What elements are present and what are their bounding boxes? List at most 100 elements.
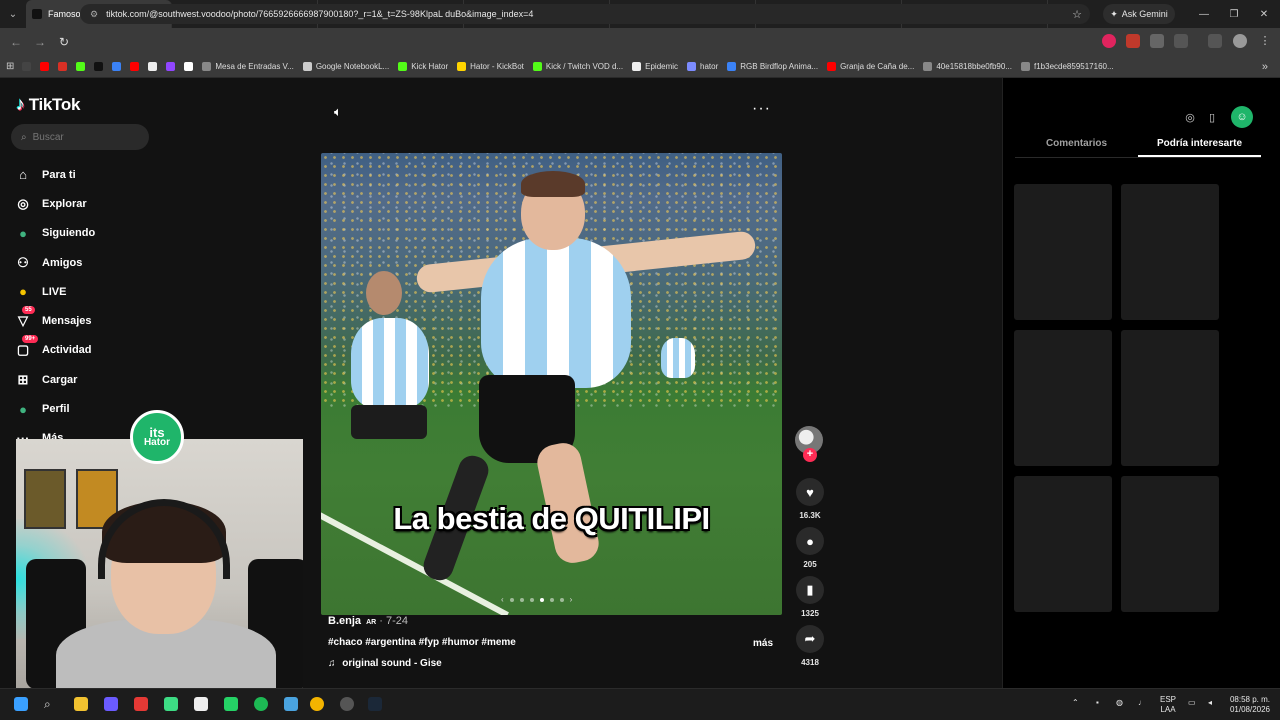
bookmark-item[interactable]: Hator - KickBot	[457, 62, 524, 71]
tab-search-icon[interactable]: ⌄	[0, 0, 26, 28]
tab-comentarios[interactable]: Comentarios	[1015, 132, 1138, 157]
minimize-button[interactable]: —	[1188, 0, 1220, 28]
bookmark-item[interactable]: Granja de Caña de...	[827, 62, 914, 71]
taskbar-search-icon[interactable]: ⌕	[44, 697, 58, 711]
author-name[interactable]: B.enja	[328, 615, 361, 627]
obs-icon[interactable]	[340, 697, 354, 711]
sidebar-item-amigos[interactable]: ⚇ Amigos	[14, 248, 164, 277]
app-red-icon[interactable]	[134, 697, 148, 711]
browser-menu-icon[interactable]: ⋮	[1258, 34, 1272, 48]
compass-icon[interactable]: ◎	[1179, 106, 1201, 128]
reading-list-icon[interactable]	[1208, 34, 1222, 48]
bookmark-item[interactable]: f1b3ecde859517160...	[1021, 62, 1114, 71]
profile-avatar-icon[interactable]	[1233, 34, 1247, 48]
more-options-icon[interactable]: ···	[752, 100, 771, 118]
url-field[interactable]: ⚙ tiktok.com/@southwest.voodoo/photo/766…	[80, 4, 1090, 24]
author-avatar[interactable]: +	[795, 426, 825, 462]
post-image[interactable]: La bestia de QUITILIPI ‹ ›	[321, 153, 782, 615]
search-box[interactable]: ⌕	[11, 124, 149, 150]
whatsapp-icon[interactable]	[224, 697, 238, 711]
bookmark-icon-only[interactable]	[112, 62, 122, 71]
suggestion-thumbnail[interactable]	[1014, 184, 1112, 320]
carousel-indicator[interactable]: ‹ ›	[501, 595, 572, 604]
bookmark-icon[interactable]: ▮	[796, 576, 824, 604]
tray-display-icon[interactable]: ▭	[1188, 698, 1196, 708]
tray-chevron-icon[interactable]: ⌃	[1072, 698, 1079, 708]
carousel-next-icon[interactable]: ›	[570, 595, 573, 604]
bookmark-item[interactable]: 40e15818bbe0fb90...	[923, 62, 1012, 71]
tray-app-icon[interactable]: ▪	[1096, 698, 1099, 708]
site-info-icon[interactable]: ⚙	[90, 9, 98, 20]
bookmark-item[interactable]: Kick Hator	[398, 62, 448, 71]
bookmark-icon-only[interactable]	[40, 62, 50, 71]
back-button[interactable]: ←	[4, 35, 28, 49]
post-hashtags[interactable]: #chaco #argentina #fyp #humor #meme	[328, 637, 778, 648]
clock[interactable]: 08:58 p. m. 01/08/2026	[1226, 695, 1270, 714]
bookmark-item[interactable]: Mesa de Entradas V...	[202, 62, 294, 71]
bookmark-icon-only[interactable]	[184, 62, 194, 71]
file-explorer-icon[interactable]	[74, 697, 88, 711]
sidebar-item-mensajes[interactable]: ▽ 55 Mensajes	[14, 306, 164, 335]
comment-icon[interactable]: ●	[796, 527, 824, 555]
user-avatar[interactable]: ☺	[1231, 106, 1253, 128]
sound-link[interactable]: ♫ original sound - Gise	[328, 658, 778, 669]
chrome-icon[interactable]	[310, 697, 324, 711]
sidebar-item-cargar[interactable]: ⊞ Cargar	[14, 365, 164, 394]
carousel-dot[interactable]	[539, 597, 544, 602]
app-white-icon[interactable]	[194, 697, 208, 711]
discord-icon[interactable]	[104, 697, 118, 711]
app-green-icon[interactable]	[164, 697, 178, 711]
tray-volume-icon[interactable]: ◂	[1208, 698, 1212, 708]
bookmarks-overflow-icon[interactable]: »	[1262, 61, 1268, 73]
bookmark-icon-only[interactable]	[148, 62, 158, 71]
follow-plus-icon[interactable]: +	[803, 448, 817, 462]
carousel-dot[interactable]	[519, 597, 524, 602]
tray-network-icon[interactable]: ◍	[1116, 698, 1123, 708]
carousel-dot[interactable]	[529, 597, 534, 602]
search-input[interactable]	[32, 131, 133, 143]
bookmark-item[interactable]: Google NotebookL...	[302, 62, 389, 71]
suggestion-thumbnail[interactable]	[1121, 330, 1219, 466]
tray-mic-icon[interactable]: ♩	[1138, 698, 1146, 708]
app-blue-icon[interactable]	[284, 697, 298, 711]
suggestion-thumbnail[interactable]	[1014, 476, 1112, 612]
spotify-icon[interactable]	[254, 697, 268, 711]
phone-icon[interactable]: ▯	[1201, 106, 1223, 128]
extension-tiktok-icon[interactable]	[1126, 34, 1140, 48]
forward-button[interactable]: →	[28, 35, 52, 49]
apps-grid-icon[interactable]: ⊞	[6, 61, 14, 72]
comment-action[interactable]: ● 205	[790, 527, 830, 569]
extension-gray-icon[interactable]	[1150, 34, 1164, 48]
extensions-puzzle-icon[interactable]	[1174, 34, 1188, 48]
bookmark-item[interactable]: Epidemic	[632, 62, 678, 71]
like-action[interactable]: ♥ 16.3K	[790, 478, 830, 520]
heart-icon[interactable]: ♥	[796, 478, 824, 506]
carousel-dot[interactable]	[549, 597, 554, 602]
ask-gemini-button[interactable]: ✦ Ask Gemini	[1103, 4, 1175, 24]
bookmark-icon-only[interactable]	[58, 62, 68, 71]
language-indicator[interactable]: ESP LAA	[1160, 695, 1176, 714]
suggestion-thumbnail[interactable]	[1014, 330, 1112, 466]
tiktok-logo[interactable]: ♪ TikTok	[16, 94, 80, 115]
reload-button[interactable]: ↻	[52, 35, 76, 49]
start-windows-icon[interactable]	[14, 697, 28, 711]
bookmark-star-icon[interactable]: ☆	[1072, 8, 1082, 21]
carousel-prev-icon[interactable]: ‹	[501, 595, 504, 604]
save-action[interactable]: ▮ 1325	[790, 576, 830, 618]
author-line[interactable]: B.enja AR · 7-24	[328, 615, 778, 627]
sidebar-item-para-ti[interactable]: ⌂ Para ti	[14, 160, 164, 189]
sidebar-item-siguiendo[interactable]: ● Siguiendo	[14, 219, 164, 248]
bookmark-item[interactable]: RGB Birdflop Anima...	[727, 62, 818, 71]
bookmark-icon-only[interactable]	[166, 62, 176, 71]
volume-icon[interactable]: 🔈︎	[334, 104, 342, 120]
tab-podria-interesarte[interactable]: Podría interesarte	[1138, 132, 1261, 157]
carousel-dot[interactable]	[559, 597, 564, 602]
sidebar-item-explorar[interactable]: ◎ Explorar	[14, 189, 164, 218]
share-action[interactable]: ➦ 4318	[790, 625, 830, 667]
share-arrow-icon[interactable]: ➦	[796, 625, 824, 653]
suggestion-thumbnail[interactable]	[1121, 476, 1219, 612]
sidebar-item-live[interactable]: ● LIVE	[14, 277, 164, 306]
bookmark-icon-only[interactable]	[22, 62, 32, 71]
bookmark-icon-only[interactable]	[94, 62, 104, 71]
more-text-button[interactable]: más	[753, 638, 773, 649]
